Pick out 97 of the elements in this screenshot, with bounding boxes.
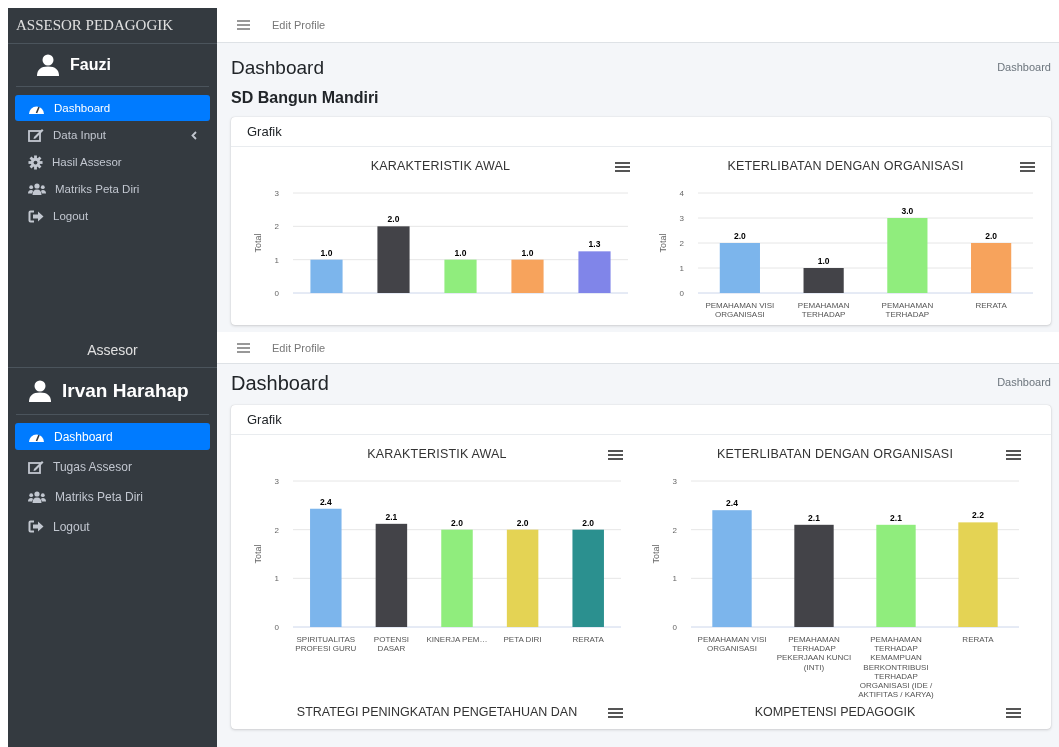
chart-menu-icon[interactable]: [608, 708, 623, 719]
axis-tick-label: 1: [274, 574, 279, 584]
axis-category-label: PEMAHAMAN VISI ORGANISASI: [704, 301, 776, 320]
card-title: Grafik: [231, 117, 1051, 147]
nav-item[interactable]: Logout: [15, 203, 210, 229]
edit-profile-link[interactable]: Edit Profile: [272, 341, 326, 354]
logout-icon: [28, 520, 44, 533]
value-label: 2.0: [451, 517, 463, 528]
chart-title: KETERLIBATAN DENGAN ORGANISASI: [727, 159, 964, 173]
value-label: 2.2: [972, 510, 984, 521]
axis-tick-label: 0: [672, 623, 677, 632]
menu-icon[interactable]: [237, 20, 250, 30]
axis-tick-label: 3: [679, 214, 684, 223]
value-label: 1.0: [320, 247, 333, 258]
axis-category-label: PEMAHAMAN TERHADAP: [796, 301, 851, 320]
axis-tick-label: 2: [672, 525, 677, 535]
axis-tick-label: 1: [672, 574, 677, 584]
axis-title: Total: [651, 544, 661, 564]
value-label: 2.0: [387, 214, 400, 225]
page-title: Dashboard: [231, 57, 324, 79]
value-label: 2.0: [516, 517, 529, 528]
value-label: 2.0: [582, 517, 595, 528]
axis-tick-label: 1: [679, 264, 684, 273]
value-label: 2.4: [319, 496, 332, 507]
value-label: 1.0: [454, 247, 467, 258]
page-title: Dashboard: [231, 372, 329, 395]
breadcrumb[interactable]: Dashboard: [997, 57, 1051, 73]
nav-item[interactable]: Matriks Peta Diri: [15, 176, 210, 202]
value-label: 2.1: [890, 512, 902, 523]
nav-item[interactable]: Hasil Assesor: [15, 149, 210, 175]
app-brand: ASSESOR PEDAGOGIK: [16, 17, 174, 34]
chart-menu-icon[interactable]: [1006, 450, 1021, 460]
axis-tick-label: 2: [679, 239, 684, 248]
value-label: 2.4: [726, 498, 738, 509]
chart-title: STRATEGI PENINGKATAN PENGETAHUAN DAN: [296, 705, 578, 720]
axis-category-label: PEMAHAMAN TERHADAP KEMAMPUAN BERKONTRIBUSI TERHADAP ORGANISASI (IDE / AKTIFITAS / KARYA): [857, 635, 935, 700]
nav-item[interactable]: Data Input: [15, 122, 210, 148]
axis-category-label: POTENSI DASAR: [372, 635, 410, 654]
axis-tick-label: 4: [679, 189, 684, 198]
school-name: SD Bangun Mandiri: [231, 89, 380, 107]
value-label: 3.0: [901, 206, 914, 216]
axis-category-label: PETA DIRI: [502, 635, 543, 646]
card-title: Grafik: [231, 405, 1051, 435]
value-label: 2.0: [985, 231, 998, 241]
axis-category-label: SPIRITUALITAS PROFESI GURU: [294, 635, 358, 654]
axis-tick-label: 2: [274, 222, 279, 232]
nav-item[interactable]: Tugas Assesor: [15, 453, 210, 480]
chart-menu-icon[interactable]: [1006, 708, 1021, 719]
axis-tick-label: 1: [274, 255, 279, 265]
axis-category-label: KINERJA PEM…: [425, 635, 489, 646]
value-label: 1.0: [521, 247, 534, 258]
axis-tick-label: 3: [274, 189, 279, 198]
chart-menu-icon[interactable]: [1020, 162, 1035, 172]
value-label: 1.3: [588, 239, 601, 250]
axis-title: Total: [253, 233, 263, 253]
user-name: Irvan Harahap: [62, 380, 189, 402]
axis-tick-label: 3: [274, 477, 279, 486]
chart-title: KARAKTERISTIK AWAL: [370, 159, 511, 173]
user-name: Fauzi: [70, 56, 111, 74]
nav-item[interactable]: Matriks Peta Diri: [15, 483, 210, 510]
chart-menu-icon[interactable]: [615, 162, 630, 172]
axis-category-label: PEMAHAMAN TERHADAP PEKERJAAN KUNCI (INTI): [775, 635, 853, 674]
axis-category-label: RERATA: [571, 635, 605, 646]
chart-menu-icon[interactable]: [608, 450, 623, 460]
chart-title: KETERLIBATAN DENGAN ORGANISASI: [716, 447, 954, 461]
value-label: 1.0: [817, 256, 830, 266]
edit-icon: [28, 128, 44, 142]
gear-icon: [28, 154, 43, 170]
axis-category-label: RERATA: [961, 635, 995, 646]
edit-profile-link[interactable]: Edit Profile: [272, 19, 326, 31]
users-icon: [28, 490, 46, 503]
axis-tick-label: 2: [274, 525, 279, 535]
axis-category-label: PEMAHAMAN VISI ORGANISASI: [696, 635, 768, 656]
app-brand: Assesor: [87, 341, 138, 358]
user-icon: [36, 54, 60, 76]
axis-tick-label: 0: [679, 289, 684, 298]
value-label: 2.1: [385, 511, 398, 522]
chart-title: KOMPETENSI PEDAGOGIK: [754, 705, 916, 720]
users-icon: [28, 183, 46, 195]
value-label: 2.0: [733, 231, 746, 241]
value-label: 2.1: [808, 512, 820, 523]
axis-tick-label: 0: [274, 623, 279, 632]
nav-item[interactable]: Logout: [15, 513, 210, 540]
menu-icon[interactable]: [237, 342, 250, 353]
axis-title: Total: [253, 544, 263, 564]
logout-icon: [28, 209, 44, 223]
edit-icon: [28, 459, 44, 474]
axis-title: Total: [658, 233, 668, 253]
axis-tick-label: 3: [672, 477, 677, 486]
axis-category-label: RERATA: [974, 301, 1008, 312]
nav-item[interactable]: Dashboard: [15, 423, 210, 450]
breadcrumb[interactable]: Dashboard: [997, 372, 1051, 388]
axis-category-label: PEMAHAMAN TERHADAP: [880, 301, 935, 320]
nav-item[interactable]: Dashboard: [15, 95, 210, 121]
axis-tick-label: 0: [274, 289, 279, 298]
user-icon: [28, 380, 52, 402]
chart-title: KARAKTERISTIK AWAL: [367, 447, 507, 461]
